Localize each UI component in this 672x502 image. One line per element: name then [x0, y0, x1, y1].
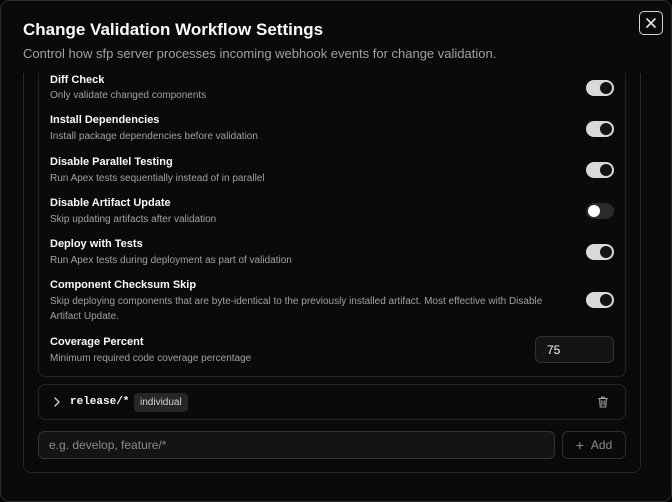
add-button-label: Add [590, 438, 613, 452]
settings-list[interactable]: Diff Check Only validate changed compone… [38, 73, 626, 377]
deploy-with-tests-toggle[interactable] [586, 244, 614, 260]
close-button[interactable] [639, 11, 663, 35]
disable-artifact-update-toggle[interactable] [586, 203, 614, 219]
branch-rule-row[interactable]: release/* individual [38, 384, 626, 420]
setting-label: Disable Parallel Testing [50, 156, 173, 168]
add-pattern-button[interactable]: + Add [562, 431, 626, 459]
setting-label: Deploy with Tests [50, 238, 143, 250]
plus-icon: + [575, 437, 584, 453]
close-icon [646, 18, 656, 28]
dialog-title: Change Validation Workflow Settings [23, 20, 324, 39]
setting-description: Run Apex tests sequentially instead of i… [50, 173, 265, 184]
setting-label: Diff Check [50, 74, 105, 86]
mode-badge: individual [134, 393, 188, 412]
setting-description: Only validate changed components [50, 90, 207, 101]
setting-description: Skip deploying components that are byte-… [50, 296, 543, 322]
setting-description: Skip updating artifacts after validation [50, 214, 217, 225]
trash-icon[interactable] [596, 395, 610, 409]
dialog-subtitle: Control how sfp server processes incomin… [23, 46, 497, 61]
disable-parallel-testing-toggle[interactable] [586, 162, 614, 178]
chevron-right-icon[interactable] [52, 396, 62, 408]
component-checksum-skip-toggle[interactable] [586, 292, 614, 308]
setting-label: Install Dependencies [50, 114, 160, 126]
settings-dialog: Change Validation Workflow Settings Cont… [0, 0, 672, 502]
setting-label: Disable Artifact Update [50, 197, 171, 209]
setting-label: Component Checksum Skip [50, 279, 197, 291]
setting-description: Run Apex tests during deployment as part… [50, 255, 292, 266]
branch-pattern: release/* [70, 396, 130, 408]
branch-pattern-input[interactable] [38, 431, 555, 459]
install-dependencies-toggle[interactable] [586, 121, 614, 137]
coverage-percent-input[interactable] [535, 336, 614, 363]
diff-check-toggle[interactable] [586, 80, 614, 96]
setting-label: Coverage Percent [50, 336, 144, 348]
setting-description: Install package dependencies before vali… [50, 131, 258, 142]
setting-description: Minimum required code coverage percentag… [50, 353, 252, 364]
